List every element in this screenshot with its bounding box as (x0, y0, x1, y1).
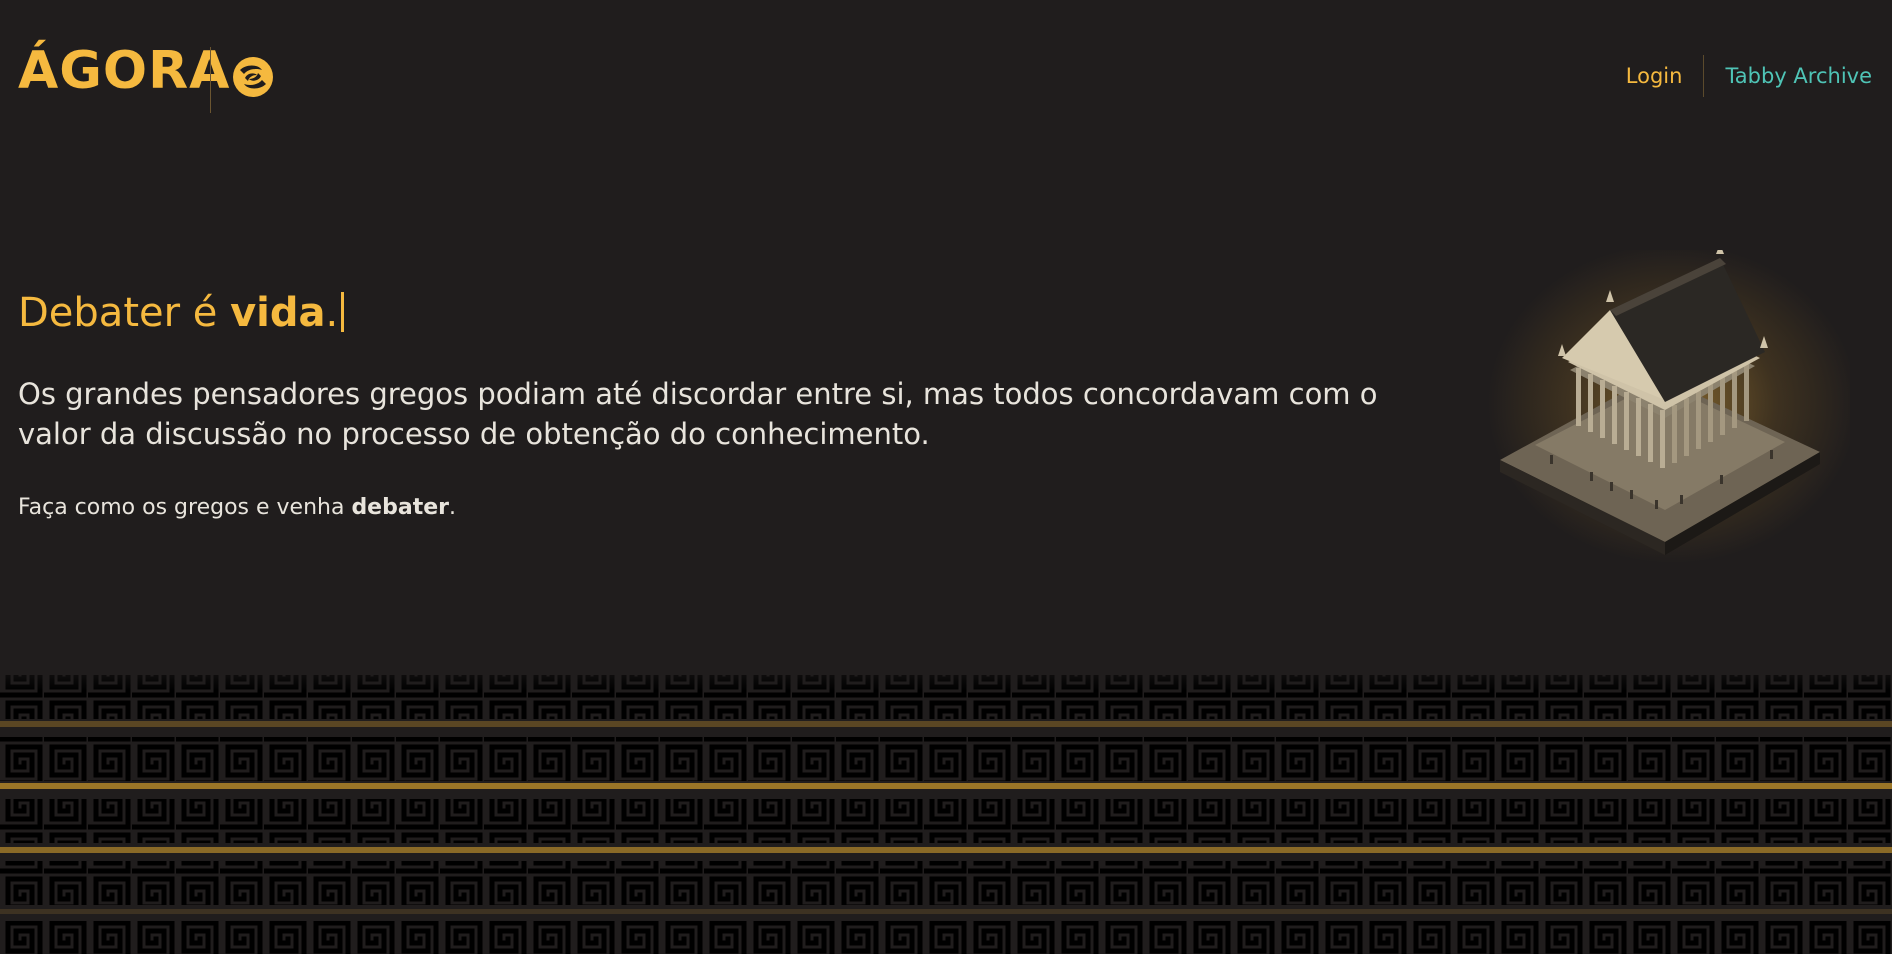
top-nav: Login Tabby Archive (1626, 55, 1872, 97)
hero-description: Os grandes pensadores gregos podiam até … (18, 377, 1378, 451)
greek-key-border (0, 655, 1892, 954)
typing-caret (341, 292, 345, 332)
hero-title-prefix: Debater é (18, 290, 231, 336)
logo-divider (210, 47, 211, 113)
login-link[interactable]: Login (1626, 64, 1683, 88)
greek-temple-illustration (1480, 250, 1850, 570)
tabby-archive-link[interactable]: Tabby Archive (1725, 64, 1872, 88)
hero-title-suffix: . (325, 290, 339, 336)
agora-logo[interactable]: ÁGORA (18, 36, 230, 106)
temple-drawing (1500, 250, 1820, 555)
cta-emphasis: debater (351, 495, 449, 520)
cta-suffix: . (449, 495, 456, 520)
site-header: ÁGORA Login Tabby Archive (0, 0, 1892, 156)
hero-title: Debater é vida. (18, 282, 345, 344)
nav-divider (1703, 55, 1705, 97)
cta-prefix: Faça como os gregos e venha (18, 495, 352, 520)
swirl-emblem-icon (233, 57, 273, 97)
hero-call-to-action: Faça como os gregos e venha debater. (18, 490, 456, 526)
page: ÁGORA Login Tabby Archive Debater é vida… (0, 0, 1892, 954)
hero-title-emphasis: vida (230, 290, 326, 336)
